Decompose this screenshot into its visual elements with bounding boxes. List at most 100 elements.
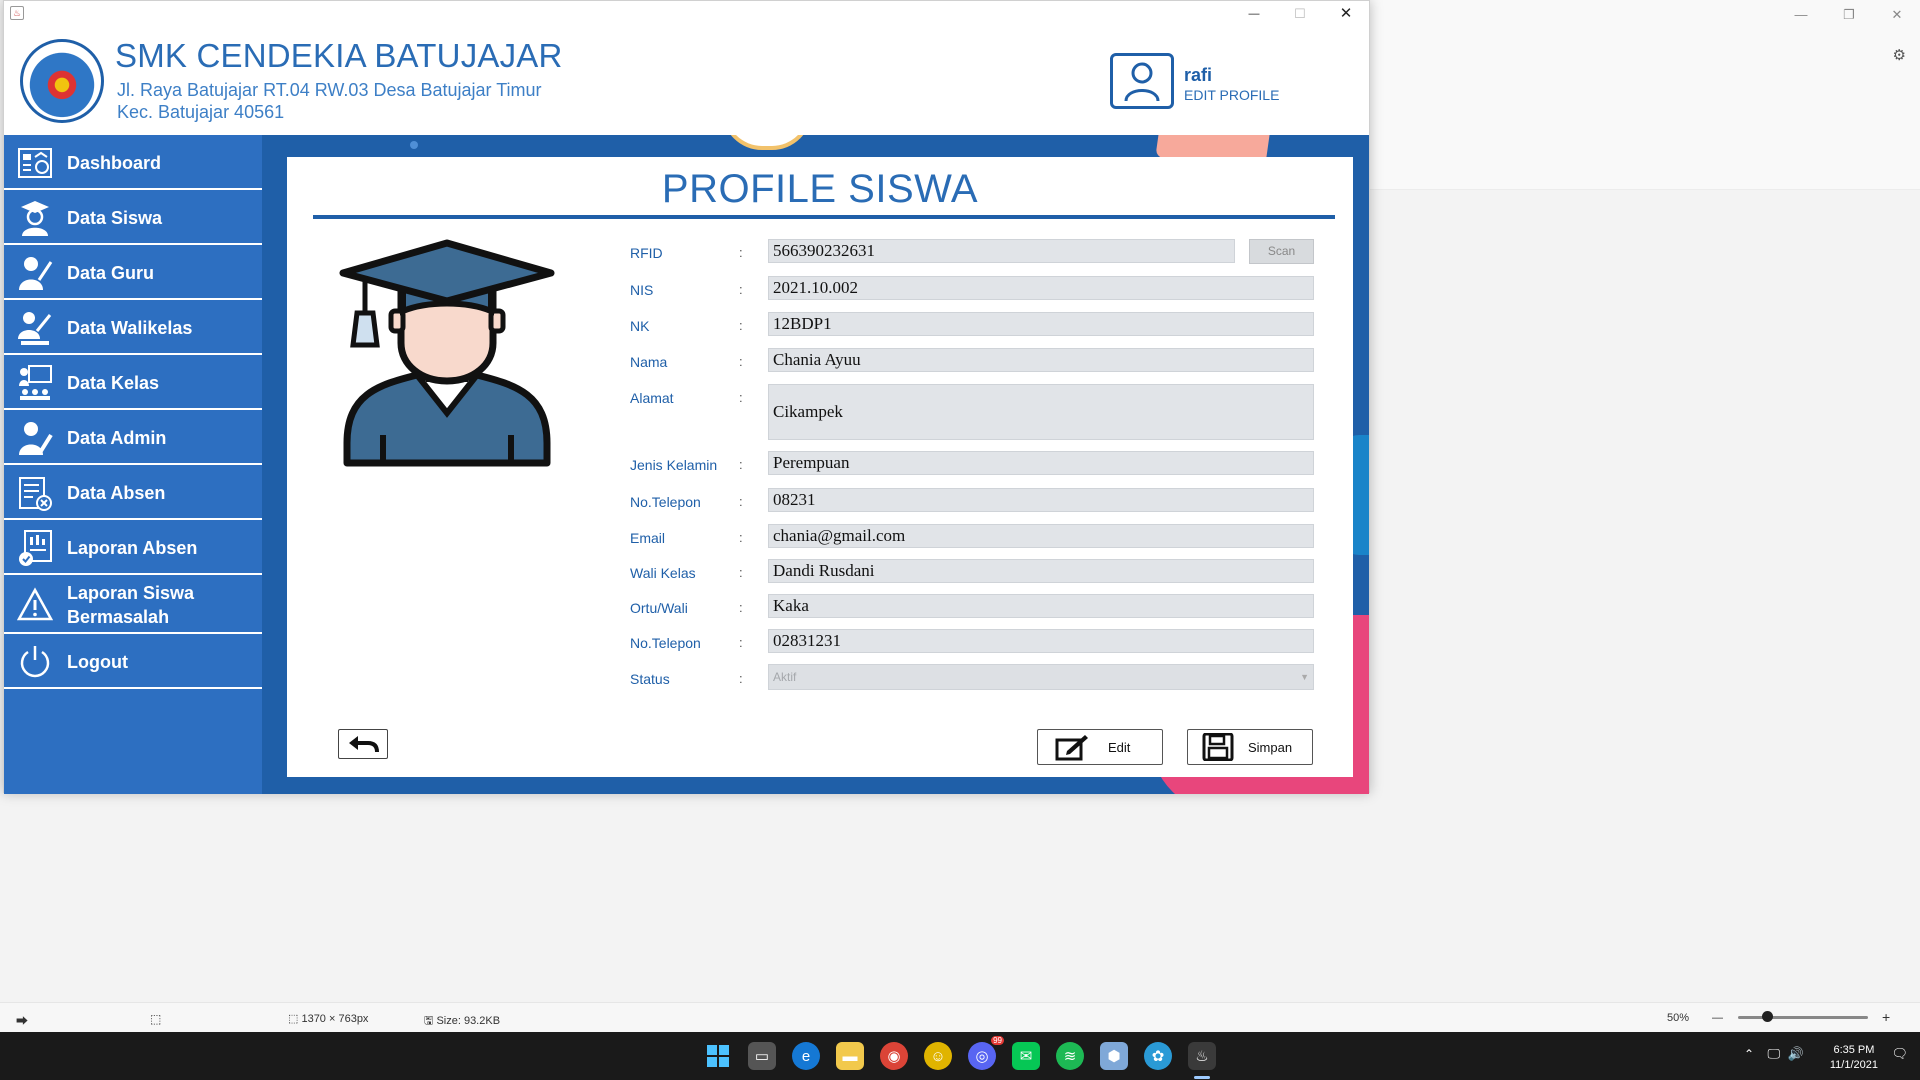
- rfid-colon: :: [739, 245, 743, 260]
- notification-badge: 99: [991, 1036, 1004, 1045]
- viewer-close-button[interactable]: ✕: [1874, 4, 1920, 26]
- back-button[interactable]: [338, 729, 388, 759]
- java-taskbar-icon[interactable]: ♨: [1188, 1042, 1216, 1070]
- title-divider: [313, 215, 1335, 219]
- warning-icon: [16, 586, 54, 624]
- clock[interactable]: 6:35 PM 11/1/2021: [1830, 1043, 1878, 1073]
- scan-button[interactable]: Scan: [1249, 239, 1314, 264]
- nis-colon: :: [739, 282, 743, 297]
- selection-tool-icon[interactable]: ⬚: [150, 1012, 161, 1026]
- rfid-label: RFID: [630, 245, 663, 261]
- save-button[interactable]: Simpan: [1187, 729, 1313, 765]
- email-colon: :: [739, 530, 743, 545]
- header: SMK CENDEKIA BATUJAJAR Jl. Raya Batujaja…: [4, 27, 1369, 135]
- jenis-kelamin-colon: :: [739, 457, 743, 472]
- status-colon: :: [739, 671, 743, 686]
- classroom-icon: [16, 364, 54, 402]
- chevron-down-icon: ▼: [1300, 672, 1309, 682]
- user-profile-icon: [1124, 62, 1160, 102]
- school-address: Jl. Raya Batujajar RT.04 RW.03 Desa Batu…: [117, 79, 542, 123]
- address-line-1: Jl. Raya Batujajar RT.04 RW.03 Desa Batu…: [117, 80, 542, 100]
- sidebar-item-data-admin[interactable]: Data Admin: [4, 412, 262, 465]
- start-windows-icon[interactable]: [704, 1042, 732, 1070]
- sidebar-item-label: Laporan Absen: [67, 537, 198, 558]
- file-size: Size: 93.2KB: [436, 1015, 501, 1027]
- status-select[interactable]: Aktif ▼: [768, 664, 1314, 690]
- image-viewer-canvas: [1370, 80, 1920, 190]
- ortu-wali-field[interactable]: Kaka: [768, 594, 1314, 618]
- line-chat-icon[interactable]: ✉: [1012, 1042, 1040, 1070]
- edit-profile-link[interactable]: EDIT PROFILE: [1184, 87, 1279, 103]
- email-field[interactable]: chania@gmail.com: [768, 524, 1314, 548]
- maximize-button[interactable]: ☐: [1277, 1, 1323, 27]
- page-title: PROFILE SISWA: [661, 167, 979, 211]
- nis-label: NIS: [630, 282, 654, 298]
- taskbar: ▭ e ▬ ◉ ☺ ◎ 99 ✉ ≋ ⬢ ✿ ♨ ⌃ 🖵 🔊 6:35 PM 11…: [0, 1032, 1920, 1080]
- profile-panel: PROFILE SISWA RFID : 566390232631 Scan N…: [287, 157, 1353, 777]
- telepon-label: No.Telepon: [630, 494, 701, 510]
- notifications-icon[interactable]: 🗨: [1891, 1046, 1908, 1062]
- sidebar-item-data-absen[interactable]: Data Absen: [4, 467, 262, 520]
- sidebar-item-dashboard[interactable]: Dashboard: [4, 137, 262, 190]
- zoom-slider[interactable]: [1738, 1016, 1868, 1019]
- user-avatar-button[interactable]: [1110, 53, 1174, 109]
- minimize-button[interactable]: —: [1231, 1, 1277, 27]
- filesize-indicator: 🖫 Size: 93.2KB: [424, 1012, 500, 1031]
- zoom-in-button[interactable]: +: [1882, 1009, 1890, 1025]
- alamat-colon: :: [739, 390, 743, 405]
- status-label: Status: [630, 671, 670, 687]
- admin-icon: [16, 419, 54, 457]
- nama-colon: :: [739, 354, 743, 369]
- sidebar-item-laporan-siswa-bermasalah[interactable]: Laporan Siswa Bermasalah: [4, 577, 262, 634]
- spotify-icon[interactable]: ≋: [1056, 1042, 1084, 1070]
- zoom-out-button[interactable]: —: [1712, 1012, 1723, 1024]
- discord-icon[interactable]: ◎ 99: [968, 1036, 1004, 1070]
- homeroom-teacher-icon: [16, 309, 54, 347]
- floppy-disk-icon: [1200, 733, 1236, 761]
- nama-field[interactable]: Chania Ayuu: [768, 348, 1314, 372]
- sidebar-item-data-guru[interactable]: Data Guru: [4, 247, 262, 300]
- dimensions-indicator: ⬚ 1370 × 763px: [288, 1012, 368, 1025]
- rfid-field[interactable]: 566390232631: [768, 239, 1235, 263]
- alamat-label: Alamat: [630, 390, 674, 406]
- attendance-icon: [16, 474, 54, 512]
- sidebar-item-data-walikelas[interactable]: Data Walikelas: [4, 302, 262, 355]
- sidebar-item-laporan-absen[interactable]: Laporan Absen: [4, 522, 262, 575]
- nk-field[interactable]: 12BDP1: [768, 312, 1314, 336]
- crop-icon: ⬚: [288, 1013, 302, 1025]
- telepon-ortu-field[interactable]: 02831231: [768, 629, 1314, 653]
- paint-icon[interactable]: ✿: [1144, 1042, 1172, 1070]
- wali-kelas-colon: :: [739, 565, 743, 580]
- telepon-ortu-label: No.Telepon: [630, 635, 701, 651]
- chrome-browser-icon[interactable]: ◉: [880, 1042, 908, 1070]
- clock-date: 11/1/2021: [1829, 1059, 1878, 1071]
- alamat-field[interactable]: Cikampek: [768, 384, 1314, 440]
- zoom-slider-thumb[interactable]: [1762, 1011, 1773, 1022]
- close-button[interactable]: ✕: [1323, 1, 1369, 27]
- show-hidden-icons-icon[interactable]: ⌃: [1744, 1047, 1754, 1061]
- sidebar-item-label: Dashboard: [67, 152, 162, 173]
- sidebar-item-data-siswa[interactable]: Data Siswa: [4, 192, 262, 245]
- viewer-tools-icon[interactable]: ⚙: [1893, 46, 1906, 64]
- sidebar-item-label: Data Walikelas: [67, 317, 193, 338]
- sidebar-item-data-kelas[interactable]: Data Kelas: [4, 357, 262, 410]
- wali-kelas-field[interactable]: Dandi Rusdani: [768, 559, 1314, 583]
- jenis-kelamin-label: Jenis Kelamin: [630, 457, 718, 473]
- volume-icon[interactable]: 🔊: [1788, 1046, 1804, 1062]
- 3d-viewer-icon[interactable]: ⬢: [1100, 1042, 1128, 1070]
- viewer-minimize-button[interactable]: —: [1778, 4, 1824, 26]
- edge-browser-icon[interactable]: e: [792, 1042, 820, 1070]
- edit-button[interactable]: Edit: [1037, 729, 1163, 765]
- pointer-tool-icon[interactable]: ⮕: [16, 1012, 28, 1029]
- image-dimensions: 1370 × 763px: [301, 1013, 369, 1025]
- network-icon[interactable]: 🖵: [1767, 1046, 1780, 1062]
- nis-field[interactable]: 2021.10.002: [768, 276, 1314, 300]
- file-explorer-icon[interactable]: ▬: [836, 1042, 864, 1070]
- viewer-restore-button[interactable]: ❐: [1826, 4, 1872, 26]
- attendance-report-icon: [16, 529, 54, 567]
- jenis-kelamin-field[interactable]: Perempuan: [768, 451, 1314, 475]
- task-view-icon[interactable]: ▭: [748, 1042, 776, 1070]
- app-icon[interactable]: ☺: [924, 1042, 952, 1070]
- telepon-field[interactable]: 08231: [768, 488, 1314, 512]
- sidebar-item-logout[interactable]: Logout: [4, 636, 262, 689]
